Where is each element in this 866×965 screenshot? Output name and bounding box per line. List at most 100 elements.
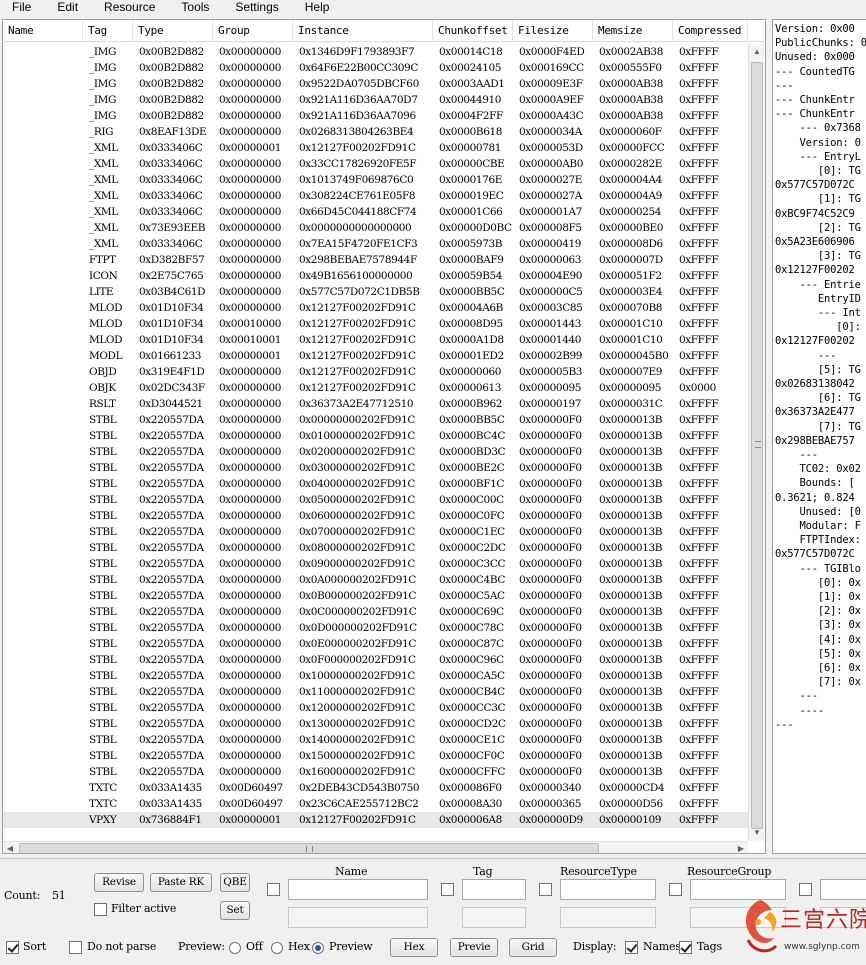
column-header-name[interactable]: Name <box>3 20 83 42</box>
filter-type-checkbox[interactable] <box>539 883 552 896</box>
table-row[interactable]: STBL 0x220557DA 0x00000000 0x13000000202FD9… <box>3 716 748 732</box>
table-row[interactable]: MODL 0x01661233 0x00000001 0x12127F00202FD9… <box>3 348 748 364</box>
table-row[interactable]: STBL 0x220557DA 0x00000000 0x0A000000202FD9… <box>3 572 748 588</box>
table-row[interactable]: STBL 0x220557DA 0x00000000 0x07000000202FD9… <box>3 524 748 540</box>
table-row[interactable]: STBL 0x220557DA 0x00000000 0x08000000202FD9… <box>3 540 748 556</box>
column-header-filesize[interactable]: Filesize <box>513 20 593 42</box>
filter-type-input[interactable] <box>560 879 656 900</box>
table-row[interactable]: VPXY 0x736884F1 0x00000001 0x12127F00202FD9… <box>3 812 748 828</box>
table-row[interactable]: STBL 0x220557DA 0x00000000 0x0E000000202FD9… <box>3 636 748 652</box>
table-row[interactable]: FTPT 0xD382BF57 0x00000000 0x298BEBAE757894… <box>3 252 748 268</box>
scroll-down-arrow-icon[interactable]: ▼ <box>749 825 765 841</box>
horizontal-scrollbar[interactable]: ◀ ▶ <box>3 841 748 853</box>
table-row[interactable]: _RIG 0x8EAF13DE 0x00000000 0x0268313804263B… <box>3 124 748 140</box>
table-row[interactable]: STBL 0x220557DA 0x00000000 0x0D000000202FD9… <box>3 620 748 636</box>
preview-off-radio[interactable] <box>229 942 241 954</box>
cell-name <box>9 44 85 60</box>
grid-button[interactable]: Grid <box>509 938 557 957</box>
filter-tag-input[interactable] <box>462 879 526 900</box>
display-tags-checkbox[interactable] <box>679 941 692 954</box>
filter-group-checkbox[interactable] <box>669 883 682 896</box>
table-row[interactable]: MLOD 0x01D10F34 0x00010000 0x12127F00202FD9… <box>3 316 748 332</box>
menu-file[interactable]: File <box>0 1 31 13</box>
filter-active-checkbox[interactable] <box>94 903 107 916</box>
table-row[interactable]: STBL 0x220557DA 0x00000000 0x14000000202FD9… <box>3 732 748 748</box>
column-header-group[interactable]: Group <box>213 20 293 42</box>
do-not-parse-checkbox[interactable] <box>69 941 82 954</box>
table-row[interactable]: _XML 0x0333406C 0x00000000 0x308224CE761E05… <box>3 188 748 204</box>
table-row[interactable]: STBL 0x220557DA 0x00000000 0x10000000202FD9… <box>3 668 748 684</box>
menu-edit[interactable]: Edit <box>45 1 78 13</box>
table-row[interactable]: TXTC 0x033A1435 0x00D60497 0x23C6CAE255712B… <box>3 796 748 812</box>
filter-name-checkbox[interactable] <box>267 883 280 896</box>
table-row[interactable]: STBL 0x220557DA 0x00000000 0x02000000202FD9… <box>3 444 748 460</box>
column-header-type[interactable]: Type <box>133 20 213 42</box>
table-row[interactable]: TXTC 0x033A1435 0x00D60497 0x2DEB43CD543B07… <box>3 780 748 796</box>
preview-preview-radio[interactable] <box>312 942 324 954</box>
table-row[interactable]: _XML 0x0333406C 0x00000000 0x1013749F069876… <box>3 172 748 188</box>
table-row[interactable]: _IMG 0x00B2D882 0x00000000 0x9522DA0705DBCF… <box>3 76 748 92</box>
column-header-tag[interactable]: Tag <box>83 20 133 42</box>
hex-button[interactable]: Hex <box>390 938 438 957</box>
vertical-scrollbar[interactable]: ▲ ▼ <box>748 44 765 841</box>
table-row[interactable]: STBL 0x220557DA 0x00000000 0x12000000202FD9… <box>3 700 748 716</box>
table-row[interactable]: STBL 0x220557DA 0x00000000 0x0B000000202FD9… <box>3 588 748 604</box>
table-row[interactable]: _XML 0x0333406C 0x00000000 0x66D45C044188CF… <box>3 204 748 220</box>
table-row[interactable]: STBL 0x220557DA 0x00000000 0x01000000202FD9… <box>3 428 748 444</box>
table-row[interactable]: STBL 0x220557DA 0x00000000 0x11000000202FD9… <box>3 684 748 700</box>
scroll-right-arrow-icon[interactable]: ▶ <box>734 842 748 853</box>
menu-help[interactable]: Help <box>293 1 330 13</box>
table-row[interactable]: _IMG 0x00B2D882 0x00000000 0x64F6E22B00CC30… <box>3 60 748 76</box>
table-row[interactable]: LITE 0x03B4C61D 0x00000000 0x577C57D072C1DB… <box>3 284 748 300</box>
column-header-compressed[interactable]: Compressed <box>673 20 748 42</box>
display-names-checkbox[interactable] <box>625 941 638 954</box>
table-row[interactable]: STBL 0x220557DA 0x00000000 0x03000000202FD9… <box>3 460 748 476</box>
table-row[interactable]: STBL 0x220557DA 0x00000000 0x05000000202FD9… <box>3 492 748 508</box>
menu-resource[interactable]: Resource <box>92 1 155 13</box>
table-row[interactable]: _XML 0x0333406C 0x00000001 0x12127F00202FD9… <box>3 140 748 156</box>
filter-tag-checkbox[interactable] <box>441 883 454 896</box>
table-row[interactable]: _IMG 0x00B2D882 0x00000000 0x921A116D36AA70… <box>3 92 748 108</box>
table-row[interactable]: MLOD 0x01D10F34 0x00010001 0x12127F00202FD9… <box>3 332 748 348</box>
table-row[interactable]: _XML 0x0333406C 0x00000000 0x7EA15F4720FE1C… <box>3 236 748 252</box>
scroll-left-arrow-icon[interactable]: ◀ <box>3 842 17 853</box>
column-header-chunkoffset[interactable]: Chunkoffset <box>433 20 513 42</box>
vertical-scroll-thumb[interactable] <box>751 62 763 829</box>
cell-name <box>9 300 85 316</box>
menu-settings[interactable]: Settings <box>223 1 278 13</box>
table-row[interactable]: ICON 0x2E75C765 0x00000000 0x49B16561000000… <box>3 268 748 284</box>
table-row[interactable]: _IMG 0x00B2D882 0x00000000 0x921A116D36AA70… <box>3 108 748 124</box>
cell-group: 0x00000000 <box>219 686 282 698</box>
preview-hex-radio[interactable] <box>271 942 283 954</box>
table-row[interactable]: OBJK 0x02DC343F 0x00000000 0x12127F00202FD9… <box>3 380 748 396</box>
table-row[interactable]: STBL 0x220557DA 0x00000000 0x09000000202FD9… <box>3 556 748 572</box>
resource-list[interactable]: Name Tag Type Group Instance Chunkoffset Files… <box>2 19 766 854</box>
qbe-button[interactable]: QBE <box>220 873 250 892</box>
scroll-up-arrow-icon[interactable]: ▲ <box>749 44 765 60</box>
table-row[interactable]: STBL 0x220557DA 0x00000000 0x15000000202FD9… <box>3 748 748 764</box>
filter-name-input[interactable] <box>288 879 428 900</box>
menu-tools[interactable]: Tools <box>169 1 209 13</box>
table-row[interactable]: STBL 0x220557DA 0x00000000 0x16000000202FD9… <box>3 764 748 780</box>
table-row[interactable]: STBL 0x220557DA 0x00000000 0x06000000202FD9… <box>3 508 748 524</box>
cell-filesize: 0x0000027A <box>519 190 582 202</box>
table-row[interactable]: MLOD 0x01D10F34 0x00000000 0x12127F00202FD9… <box>3 300 748 316</box>
revise-button[interactable]: Revise <box>94 873 144 892</box>
preview-button[interactable]: Previe <box>450 938 498 957</box>
column-header-instance[interactable]: Instance <box>293 20 433 42</box>
sort-checkbox[interactable] <box>6 941 19 954</box>
table-row[interactable]: RSLT 0xD3044521 0x00000000 0x36373A2E477125… <box>3 396 748 412</box>
column-header-memsize[interactable]: Memsize <box>593 20 673 42</box>
table-row[interactable]: _XML 0x73E93EEB 0x00000000 0x00000000000000… <box>3 220 748 236</box>
paste-rk-button[interactable]: Paste RK <box>150 873 212 892</box>
table-row[interactable]: OBJD 0x319E4F1D 0x00000000 0x12127F00202FD9… <box>3 364 748 380</box>
horizontal-scroll-thumb[interactable] <box>19 843 599 853</box>
table-row[interactable]: STBL 0x220557DA 0x00000000 0x04000000202FD9… <box>3 476 748 492</box>
table-row[interactable]: _IMG 0x00B2D882 0x00000000 0x1346D9F1793893… <box>3 44 748 60</box>
table-row[interactable]: _XML 0x0333406C 0x00000000 0x33CC17826920FE… <box>3 156 748 172</box>
table-row[interactable]: STBL 0x220557DA 0x00000000 0x0C000000202FD9… <box>3 604 748 620</box>
set-button[interactable]: Set <box>220 901 250 920</box>
cell-filesize: 0x000000F0 <box>519 702 582 714</box>
table-row[interactable]: STBL 0x220557DA 0x00000000 0x0F000000202FD9… <box>3 652 748 668</box>
table-row[interactable]: STBL 0x220557DA 0x00000000 0x00000000202FD9… <box>3 412 748 428</box>
